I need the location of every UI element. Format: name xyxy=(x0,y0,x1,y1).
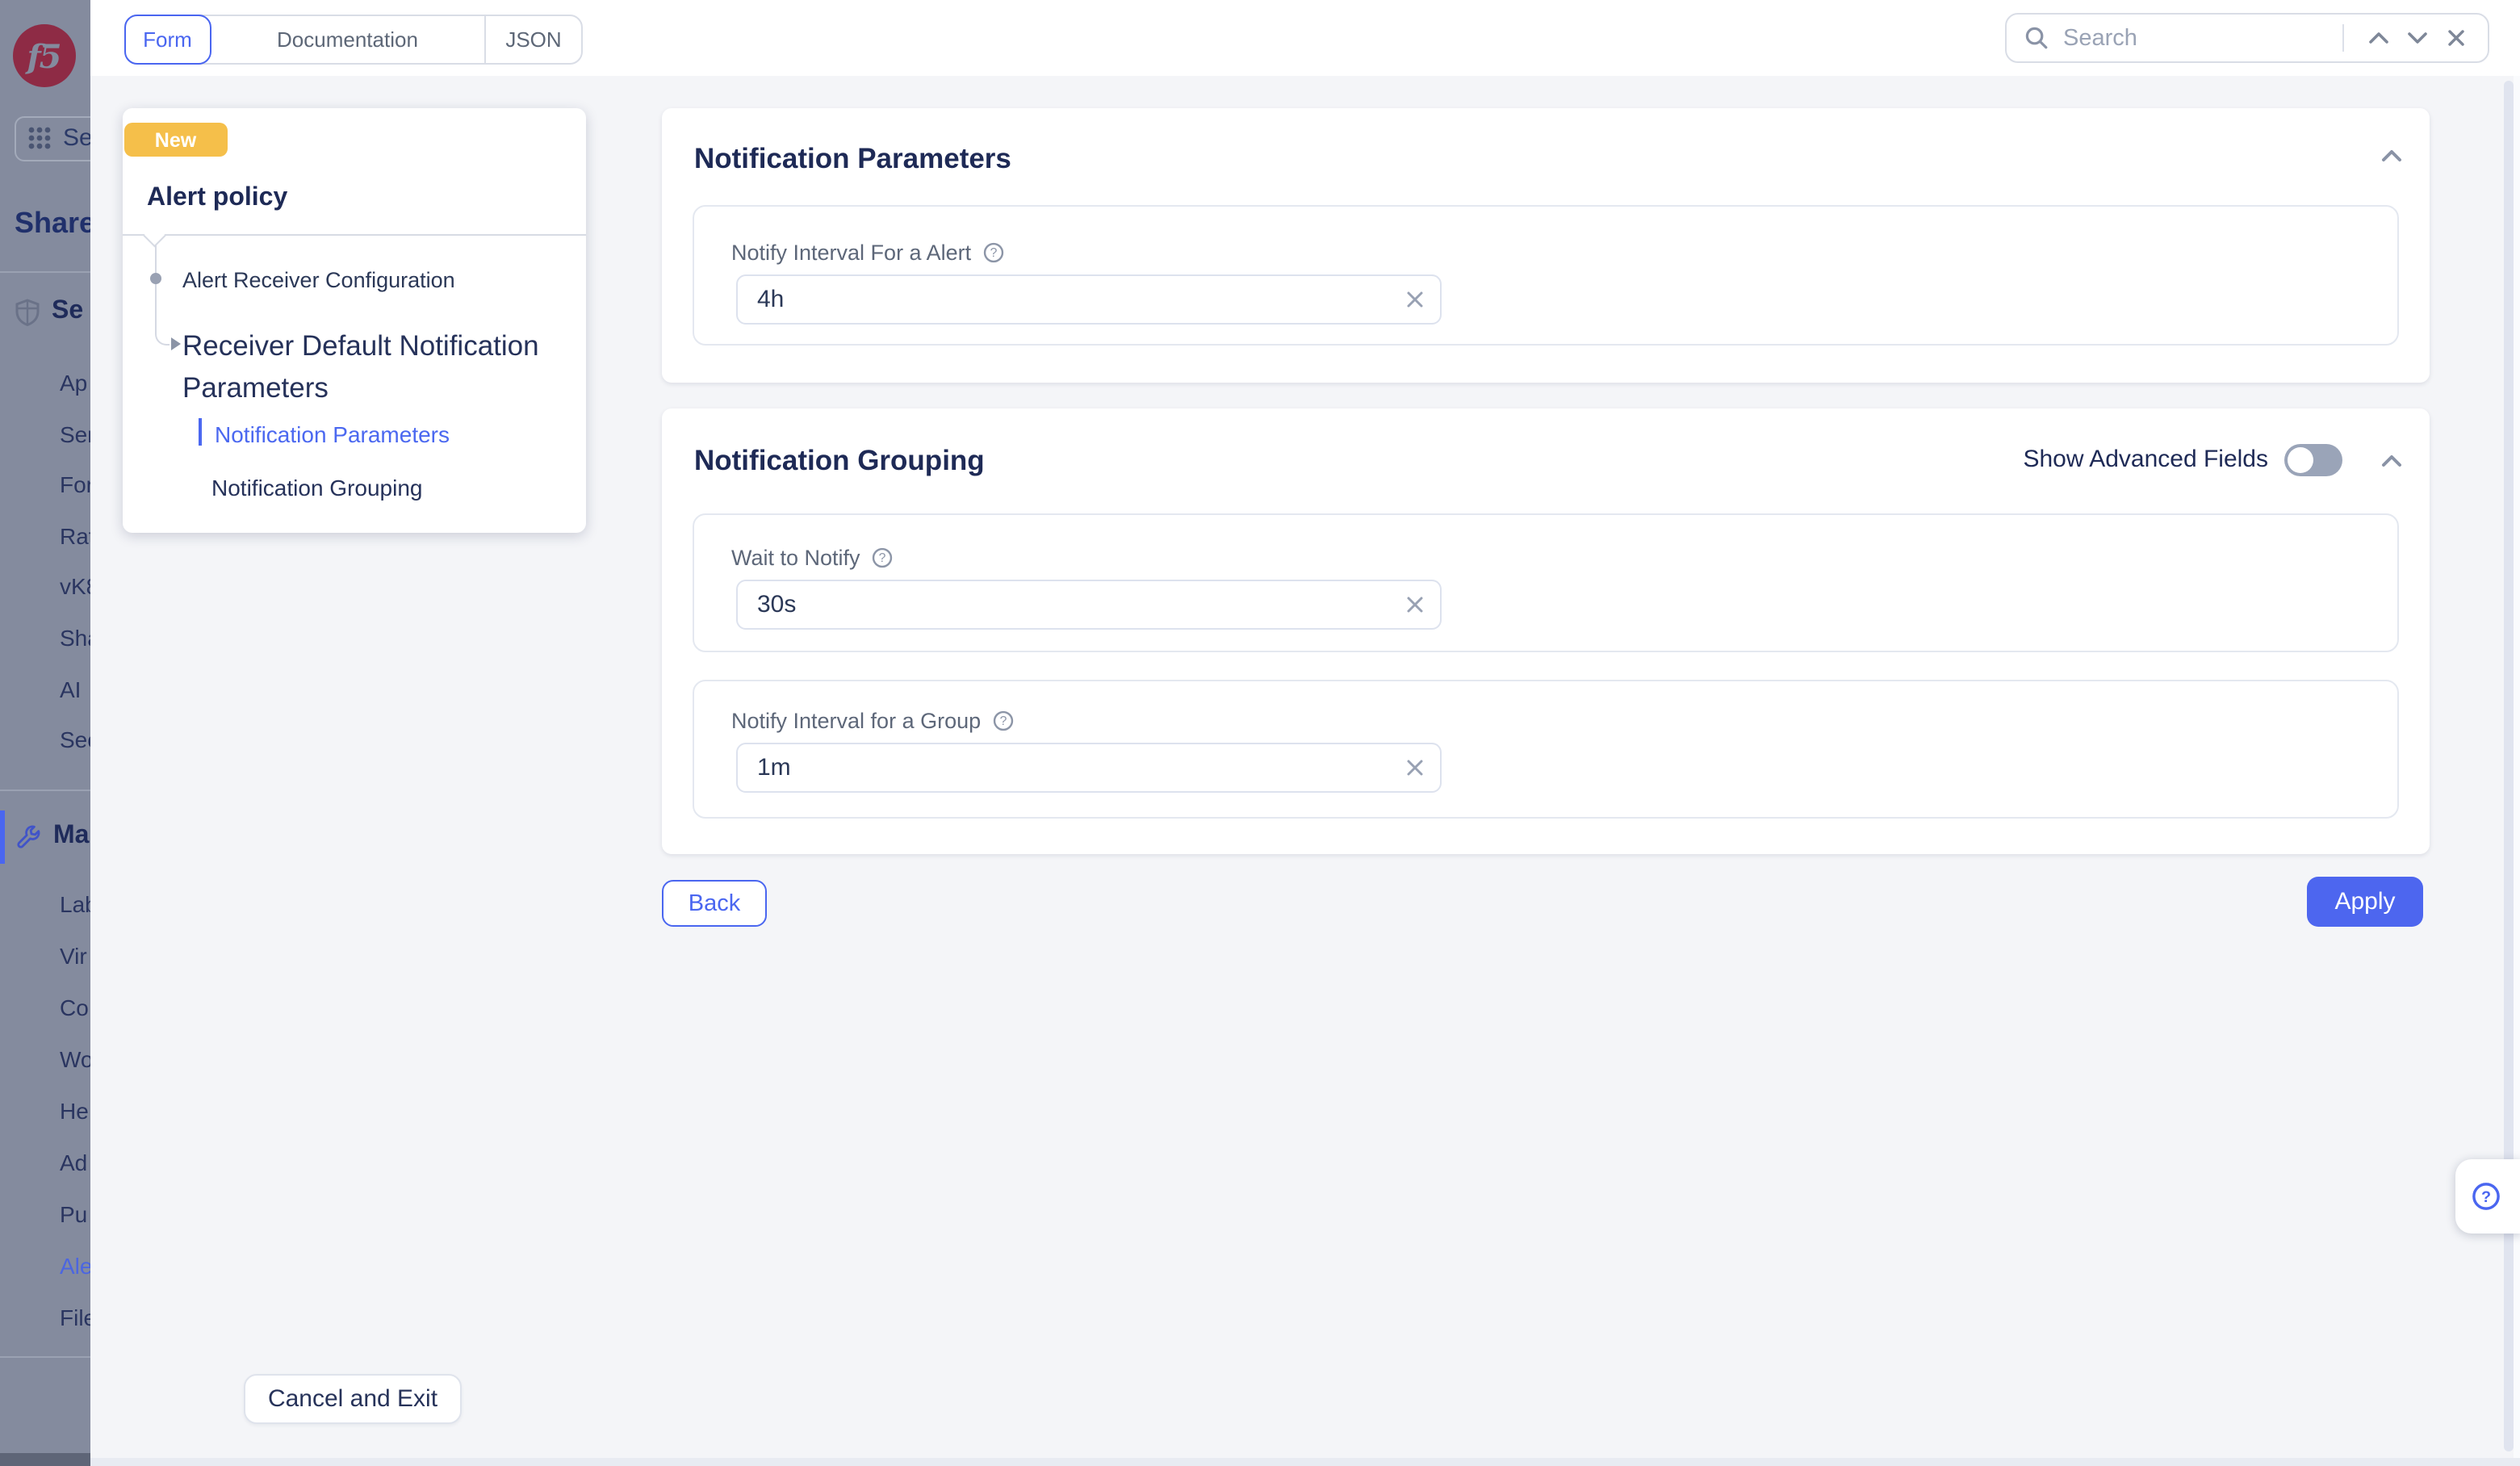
field-group: Wait to Notify ? 30s xyxy=(693,513,2399,652)
sidebar-divider xyxy=(0,790,90,791)
search-bar xyxy=(2005,13,2489,63)
wizard-nav-panel: New Alert policy Alert Receiver Configur… xyxy=(123,107,586,533)
sidebar-item-security-4[interactable]: vK8 xyxy=(60,573,90,599)
section-title: Notification Grouping xyxy=(694,444,985,478)
field-label: Notify Interval For a Alert xyxy=(731,240,971,264)
wizard-step-notification-grouping[interactable]: Notification Grouping xyxy=(211,474,423,500)
sidebar-item-security-1[interactable]: Ser xyxy=(60,421,90,446)
wizard-title: Alert policy xyxy=(147,183,287,212)
search-divider xyxy=(2342,24,2344,52)
help-icon[interactable]: ? xyxy=(872,547,893,568)
apply-button[interactable]: Apply xyxy=(2307,876,2423,926)
search-prev-icon[interactable] xyxy=(2359,19,2397,57)
svg-text:?: ? xyxy=(990,245,997,259)
shield-icon xyxy=(15,298,40,325)
new-badge: New xyxy=(124,123,227,157)
advanced-fields-row: Show Advanced Fields xyxy=(2023,443,2342,475)
field-group: Notify Interval for a Group ? 1m xyxy=(693,680,2399,819)
sidebar-item-manage-3[interactable]: Wo xyxy=(60,1046,90,1072)
sidebar-divider xyxy=(0,1356,90,1358)
section-title: Notification Parameters xyxy=(694,141,1011,175)
sidebar-item-manage-alerts[interactable]: Ale xyxy=(60,1253,90,1279)
sidebar-section-security[interactable]: Se xyxy=(0,297,90,326)
field-group: Notify Interval For a Alert ? 4h xyxy=(693,204,2399,345)
sidebar-item-security-3[interactable]: Rat xyxy=(60,522,90,548)
sidebar-divider xyxy=(0,271,90,273)
tree-bullet-icon xyxy=(149,273,161,284)
notify-interval-group-input[interactable]: 1m xyxy=(736,743,1442,793)
tab-documentation[interactable]: Documentation xyxy=(211,16,484,63)
wizard-step-notification-parameters[interactable]: Notification Parameters xyxy=(215,421,450,447)
search-next-icon[interactable] xyxy=(2397,19,2436,57)
sidebar-item-manage-0[interactable]: Lab xyxy=(60,891,90,917)
collapse-chevron-icon[interactable] xyxy=(2378,449,2404,471)
tab-form[interactable]: Form xyxy=(124,15,211,65)
wizard-divider xyxy=(123,234,586,236)
active-step-indicator xyxy=(198,418,202,446)
help-icon[interactable]: ? xyxy=(992,710,1013,731)
advanced-fields-label: Show Advanced Fields xyxy=(2023,446,2268,473)
app-viewport: Form Documentation JSON f5 xyxy=(0,0,2520,1466)
sidebar-item-manage-5[interactable]: Ad xyxy=(60,1150,87,1175)
sidebar-item-security-2[interactable]: For xyxy=(60,471,90,497)
sidebar-section-manage[interactable]: Ma xyxy=(0,822,90,851)
section-notification-grouping: Notification Grouping Show Advanced Fiel… xyxy=(662,408,2430,854)
scrollbar-thumb[interactable] xyxy=(2504,81,2513,1451)
sidebar-item-manage-2[interactable]: Co xyxy=(60,995,89,1020)
field-label-row: Notify Interval for a Group ? xyxy=(731,709,1013,733)
clear-icon[interactable] xyxy=(1406,291,1424,308)
toggle-knob xyxy=(2288,446,2313,472)
sidebar-item-manage-8[interactable]: File xyxy=(60,1305,90,1330)
service-selector-label: Se xyxy=(63,124,90,152)
search-input[interactable] xyxy=(2063,25,2336,51)
tab-json[interactable]: JSON xyxy=(484,16,581,63)
wait-to-notify-input[interactable]: 30s xyxy=(736,580,1442,630)
search-close-icon[interactable] xyxy=(2436,19,2475,57)
clear-icon[interactable] xyxy=(1406,759,1424,777)
tree-connector-line xyxy=(154,245,169,345)
show-advanced-toggle[interactable] xyxy=(2284,443,2342,475)
search-icon xyxy=(2024,26,2049,50)
sidebar-item-security-5[interactable]: Sha xyxy=(60,625,90,651)
sidebar-item-manage-6[interactable]: Pu xyxy=(60,1201,87,1227)
workspace-title: Share xyxy=(15,207,90,241)
sidebar-item-security-0[interactable]: Ap xyxy=(60,370,87,396)
svg-text:?: ? xyxy=(878,551,885,565)
view-tab-group: Form Documentation JSON xyxy=(124,15,583,65)
field-label: Notify Interval for a Group xyxy=(731,709,981,733)
clear-icon[interactable] xyxy=(1406,596,1424,614)
sidebar-item-security-6[interactable]: AI xyxy=(60,676,81,702)
back-button[interactable]: Back xyxy=(662,880,767,927)
help-question-icon: ? xyxy=(2472,1182,2501,1211)
service-selector[interactable]: Se xyxy=(15,115,90,161)
wizard-step-receiver-configuration[interactable]: Alert Receiver Configuration xyxy=(182,267,455,291)
input-value: 1m xyxy=(757,754,1406,781)
left-sidebar: f5 Se Share Se Ap Ser For xyxy=(0,0,90,1466)
sidebar-footer-band xyxy=(0,1453,90,1466)
field-label-row: Notify Interval For a Alert ? xyxy=(731,240,1003,264)
sidebar-item-security-7[interactable]: Sec xyxy=(60,727,90,752)
tree-arrow-icon xyxy=(170,337,180,350)
wizard-divider-notch xyxy=(144,224,165,245)
wrench-icon xyxy=(15,823,42,850)
sidebar-item-manage-1[interactable]: Vir xyxy=(60,943,87,969)
scrollbar-gutter xyxy=(2513,76,2520,1466)
input-value: 30s xyxy=(757,591,1406,618)
notify-interval-alert-input[interactable]: 4h xyxy=(736,274,1442,325)
cancel-and-exit-button[interactable]: Cancel and Exit xyxy=(244,1374,462,1424)
help-button[interactable]: ? xyxy=(2455,1158,2520,1234)
svg-text:?: ? xyxy=(999,714,1007,728)
help-icon[interactable]: ? xyxy=(982,241,1003,262)
svg-text:?: ? xyxy=(2481,1188,2491,1206)
sidebar-item-manage-4[interactable]: He xyxy=(60,1098,89,1124)
grid-icon xyxy=(27,126,52,150)
section-notification-parameters: Notification Parameters Notify Interval … xyxy=(662,107,2430,382)
bottom-edge-band xyxy=(90,1458,2520,1466)
wizard-step-receiver-default[interactable]: Receiver Default Notification Parameters xyxy=(182,324,562,408)
collapse-chevron-icon[interactable] xyxy=(2378,145,2404,167)
input-value: 4h xyxy=(757,286,1406,313)
field-label-row: Wait to Notify ? xyxy=(731,546,893,570)
field-label: Wait to Notify xyxy=(731,546,860,570)
f5-logo[interactable]: f5 xyxy=(12,24,75,87)
